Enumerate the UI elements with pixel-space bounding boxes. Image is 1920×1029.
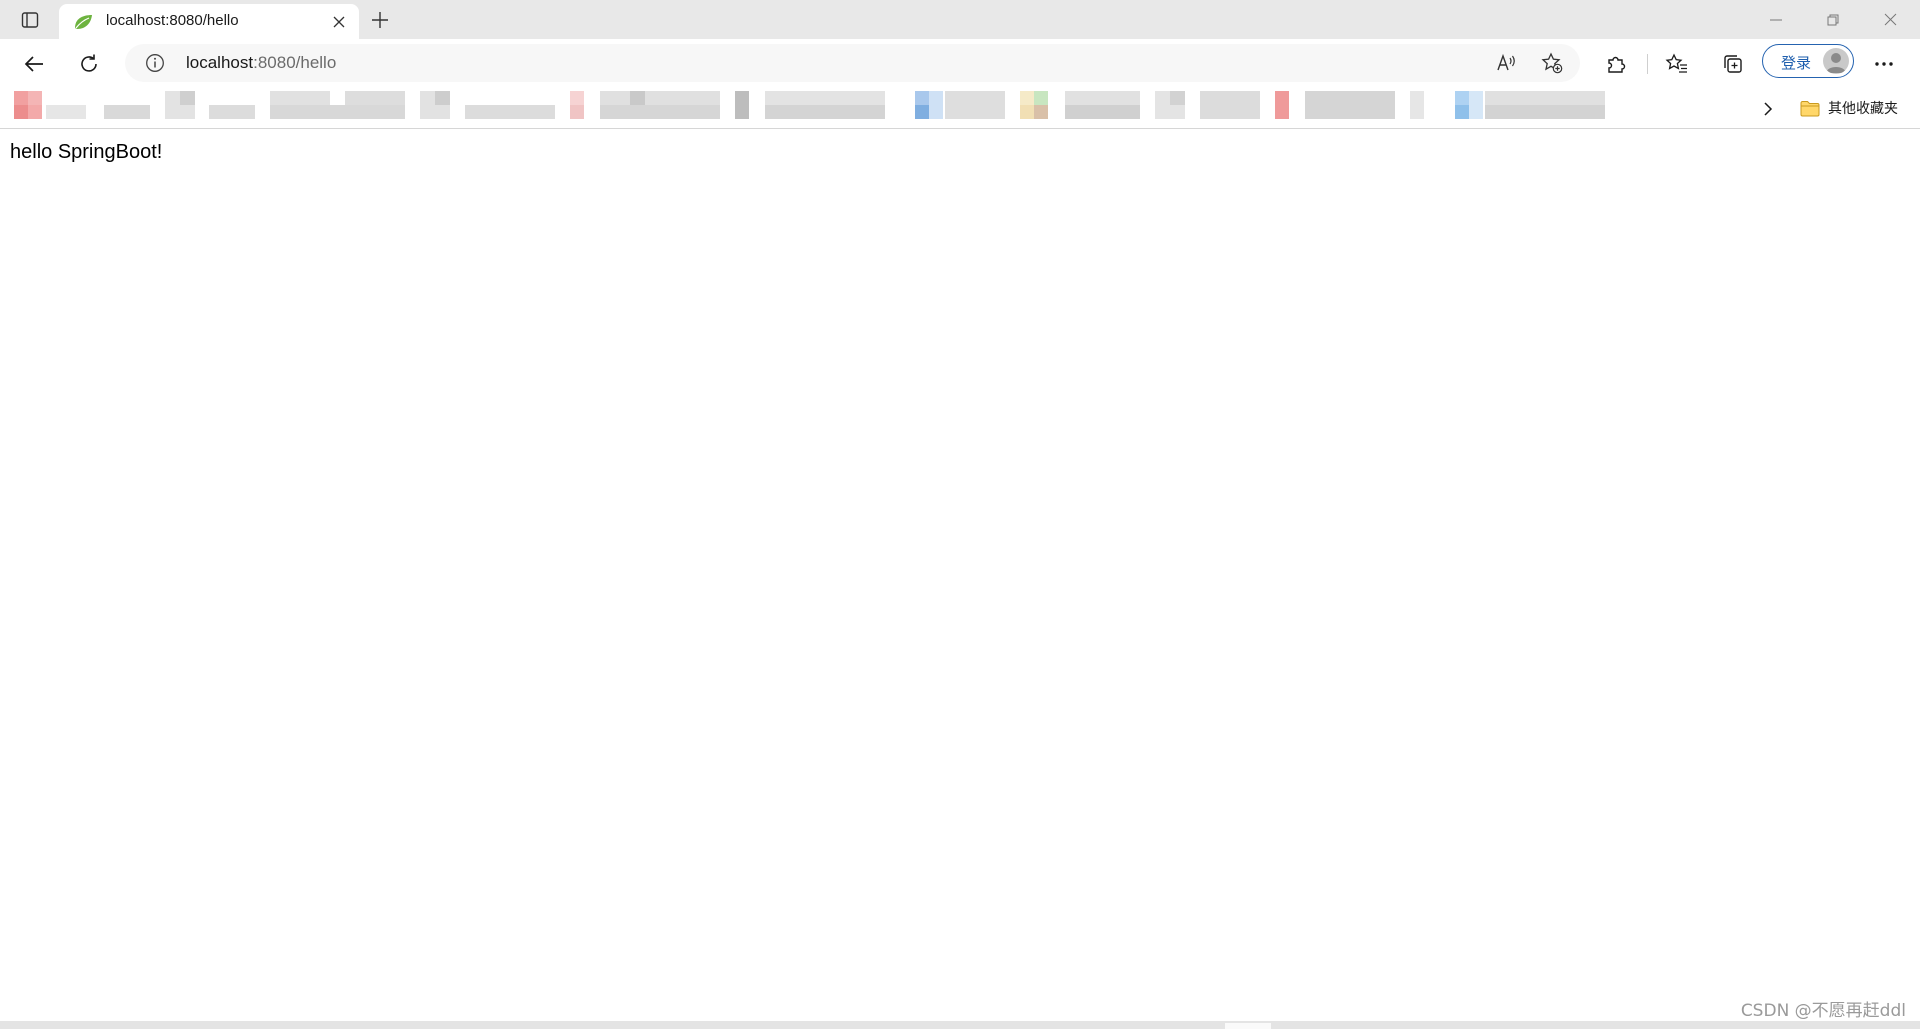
add-favorite-icon[interactable] xyxy=(1541,52,1563,74)
new-tab-button[interactable] xyxy=(366,6,394,34)
plus-icon xyxy=(372,12,388,28)
bookmark-item[interactable] xyxy=(1410,89,1605,128)
favorites-list-icon xyxy=(1665,53,1687,73)
bookmark-item[interactable] xyxy=(420,89,555,128)
folder-icon xyxy=(1800,100,1820,116)
minimize-button[interactable] xyxy=(1748,0,1804,39)
back-arrow-icon xyxy=(24,56,43,72)
favorites-button[interactable] xyxy=(1659,46,1695,82)
settings-more-button[interactable] xyxy=(1866,46,1902,82)
page-viewport: hello SpringBoot! xyxy=(0,129,1920,1019)
tab-actions-icon xyxy=(21,12,39,28)
refresh-icon xyxy=(81,54,97,72)
bookmark-item[interactable] xyxy=(1020,89,1140,128)
horizontal-scrollbar[interactable] xyxy=(0,1021,1920,1029)
bookmark-item[interactable] xyxy=(570,89,720,128)
scrollbar-thumb[interactable] xyxy=(1225,1023,1271,1029)
url-text[interactable]: localhost:8080/hello xyxy=(186,53,336,73)
minimize-icon xyxy=(1770,19,1782,20)
refresh-button[interactable] xyxy=(71,46,107,82)
restore-button[interactable] xyxy=(1805,0,1861,39)
site-info-icon[interactable] xyxy=(145,53,165,73)
bookmark-item[interactable] xyxy=(165,89,255,128)
avatar xyxy=(1823,48,1849,74)
close-window-button[interactable] xyxy=(1862,0,1918,39)
watermark: CSDN @不愿再赶ddl xyxy=(1740,1001,1906,1021)
more-dots-icon xyxy=(1875,62,1893,66)
collections-button[interactable] xyxy=(1715,46,1751,82)
read-aloud-icon[interactable] xyxy=(1496,52,1518,74)
active-tab[interactable]: localhost:8080/hello xyxy=(59,4,359,39)
back-button[interactable] xyxy=(16,46,52,82)
puzzle-icon xyxy=(1608,56,1626,73)
bookmark-item[interactable] xyxy=(915,89,1005,128)
other-favorites-label: 其他收藏夹 xyxy=(1828,101,1898,117)
tab-actions-button[interactable] xyxy=(14,7,46,33)
restore-icon xyxy=(1827,14,1839,25)
sign-in-label: 登录 xyxy=(1781,54,1812,72)
address-bar[interactable]: localhost:8080/hello xyxy=(125,44,1580,82)
user-silhouette-icon xyxy=(1826,53,1846,73)
bookmark-item[interactable] xyxy=(1155,89,1260,128)
extensions-button[interactable] xyxy=(1598,46,1634,82)
tab-title: localhost:8080/hello xyxy=(106,12,239,29)
tab-close-button[interactable] xyxy=(329,12,349,32)
tab-strip: localhost:8080/hello xyxy=(0,0,1920,39)
collections-icon xyxy=(1724,55,1742,73)
url-path: :8080/hello xyxy=(253,53,337,72)
sign-in-button[interactable]: 登录 xyxy=(1762,44,1854,78)
bookmark-item[interactable] xyxy=(270,89,405,128)
close-icon xyxy=(333,16,345,28)
url-host: localhost xyxy=(186,53,254,72)
close-icon xyxy=(1884,13,1896,26)
other-favorites-folder[interactable]: 其他收藏夹 xyxy=(1800,95,1898,121)
bookmark-item[interactable] xyxy=(14,89,154,128)
bookmarks-bar: 其他收藏夹 xyxy=(0,89,1920,129)
toolbar-divider xyxy=(1647,54,1648,74)
bookmark-item[interactable] xyxy=(735,89,885,128)
page-body-text: hello SpringBoot! xyxy=(10,141,163,163)
bookmark-item[interactable] xyxy=(1275,89,1395,128)
toolbar: localhost:8080/hello 登录 xyxy=(0,39,1920,89)
more-bookmarks-button[interactable] xyxy=(1756,97,1780,121)
spring-leaf-icon xyxy=(75,15,92,29)
chevron-right-icon xyxy=(1764,102,1773,116)
